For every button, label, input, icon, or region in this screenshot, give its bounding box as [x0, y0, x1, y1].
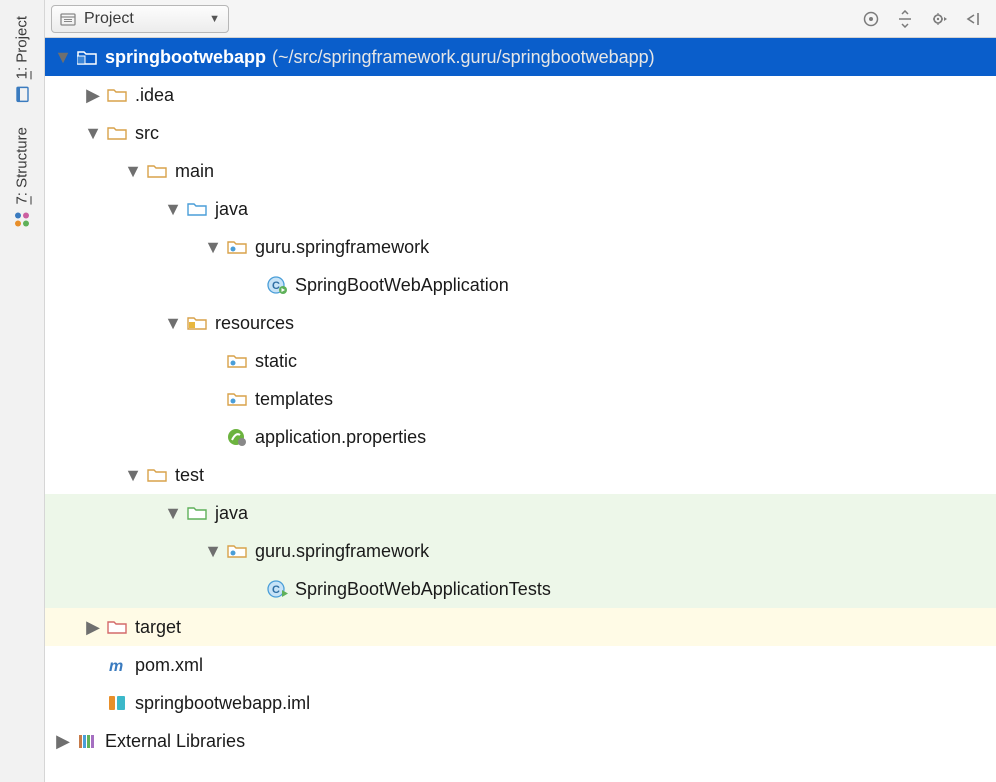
- tree-label: test: [175, 465, 204, 486]
- expand-arrow-icon[interactable]: ▼: [205, 237, 221, 258]
- maven-file-icon: m: [107, 655, 129, 675]
- expand-arrow-icon[interactable]: ▼: [55, 47, 71, 68]
- expand-arrow-icon[interactable]: ▼: [125, 465, 141, 486]
- scroll-from-source-button[interactable]: [854, 5, 888, 33]
- folder-icon: [107, 123, 129, 143]
- folder-icon: [147, 465, 169, 485]
- svg-text:m: m: [109, 658, 123, 674]
- tree-node-templates[interactable]: templates: [45, 380, 996, 418]
- tree-node-main[interactable]: ▼ main: [45, 152, 996, 190]
- folder-icon: [107, 85, 129, 105]
- tree-node-external-libs[interactable]: ▶ External Libraries: [45, 722, 996, 760]
- svg-text:C: C: [272, 280, 280, 292]
- tree-node-static[interactable]: static: [45, 342, 996, 380]
- tree-label: springbootwebapp.iml: [135, 693, 310, 714]
- expand-arrow-icon[interactable]: ▼: [125, 161, 141, 182]
- tree-label: java: [215, 503, 248, 524]
- tree-label: resources: [215, 313, 294, 334]
- tree-label: application.properties: [255, 427, 426, 448]
- expand-arrow-icon[interactable]: ▼: [165, 313, 181, 334]
- tree-root[interactable]: ▼ springbootwebapp (~/src/springframewor…: [45, 38, 996, 76]
- package-icon: [227, 389, 249, 409]
- tree-node-test[interactable]: ▼ test: [45, 456, 996, 494]
- collapse-all-button[interactable]: [888, 5, 922, 33]
- tree-node-iml[interactable]: springbootwebapp.iml: [45, 684, 996, 722]
- structure-tab-label: 7: Structure: [14, 127, 31, 205]
- tree-node-pom[interactable]: m pom.xml: [45, 646, 996, 684]
- structure-tab-icon: [13, 211, 31, 229]
- tree-node-idea[interactable]: ▶ .idea: [45, 76, 996, 114]
- project-tab-icon: [13, 85, 31, 103]
- hide-button[interactable]: [956, 5, 990, 33]
- expand-arrow-icon[interactable]: ▼: [165, 199, 181, 220]
- tree-label: java: [215, 199, 248, 220]
- tree-label: static: [255, 351, 297, 372]
- tree-label: External Libraries: [105, 731, 245, 752]
- library-icon: [77, 731, 99, 751]
- tree-node-java-test[interactable]: ▼ java: [45, 494, 996, 532]
- tree-label: SpringBootWebApplicationTests: [295, 579, 551, 600]
- expand-arrow-icon[interactable]: ▼: [165, 503, 181, 524]
- spring-config-icon: [227, 427, 249, 447]
- folder-icon: [147, 161, 169, 181]
- chevron-down-icon: ▼: [209, 13, 220, 25]
- tree-node-class-test[interactable]: C SpringBootWebApplicationTests: [45, 570, 996, 608]
- package-icon: [227, 351, 249, 371]
- collapse-arrow-icon[interactable]: ▶: [85, 617, 101, 638]
- project-toolbar: Project ▼: [45, 0, 996, 38]
- view-mode-label: Project: [84, 10, 134, 28]
- tree-node-package-main[interactable]: ▼ guru.springframework: [45, 228, 996, 266]
- tree-label: pom.xml: [135, 655, 203, 676]
- tree-root-label: springbootwebapp: [105, 47, 266, 68]
- runnable-class-icon: C: [267, 275, 289, 295]
- resources-folder-icon: [187, 313, 209, 333]
- tree-label: target: [135, 617, 181, 638]
- collapse-arrow-icon[interactable]: ▶: [85, 85, 101, 106]
- tree-node-src[interactable]: ▼ src: [45, 114, 996, 152]
- runnable-class-icon: C: [267, 579, 289, 599]
- expand-arrow-icon[interactable]: ▼: [85, 123, 101, 144]
- project-tool-tab[interactable]: 1: Project: [9, 4, 35, 115]
- tree-label: guru.springframework: [255, 541, 429, 562]
- excluded-folder-icon: [107, 617, 129, 637]
- tree-label: main: [175, 161, 214, 182]
- collapse-arrow-icon[interactable]: ▶: [55, 731, 71, 752]
- project-view-icon: [60, 11, 76, 27]
- tree-label: guru.springframework: [255, 237, 429, 258]
- module-folder-icon: [77, 47, 99, 67]
- tree-node-target[interactable]: ▶ target: [45, 608, 996, 646]
- tool-window-strip: 1: Project 7: Structure: [0, 0, 45, 782]
- structure-tool-tab[interactable]: 7: Structure: [9, 115, 35, 241]
- tree-label: templates: [255, 389, 333, 410]
- tree-label: .idea: [135, 85, 174, 106]
- test-source-folder-icon: [187, 503, 209, 523]
- expand-arrow-icon[interactable]: ▼: [205, 541, 221, 562]
- tree-node-resources[interactable]: ▼ resources: [45, 304, 996, 342]
- tree-root-path: (~/src/springframework.guru/springbootwe…: [272, 47, 655, 68]
- tree-node-app-properties[interactable]: application.properties: [45, 418, 996, 456]
- project-tree[interactable]: ▼ springbootwebapp (~/src/springframewor…: [45, 38, 996, 782]
- package-icon: [227, 541, 249, 561]
- tree-node-package-test[interactable]: ▼ guru.springframework: [45, 532, 996, 570]
- view-mode-dropdown[interactable]: Project ▼: [51, 5, 229, 33]
- iml-file-icon: [107, 693, 129, 713]
- tree-node-java-main[interactable]: ▼ java: [45, 190, 996, 228]
- tree-label: src: [135, 123, 159, 144]
- tree-node-class-main[interactable]: C SpringBootWebApplication: [45, 266, 996, 304]
- tree-label: SpringBootWebApplication: [295, 275, 509, 296]
- settings-gear-button[interactable]: [922, 5, 956, 33]
- project-panel: Project ▼ ▼ springbootwebapp (~/src/spri…: [45, 0, 996, 782]
- package-icon: [227, 237, 249, 257]
- source-folder-icon: [187, 199, 209, 219]
- project-tab-label: 1: Project: [14, 16, 31, 79]
- svg-text:C: C: [272, 584, 280, 596]
